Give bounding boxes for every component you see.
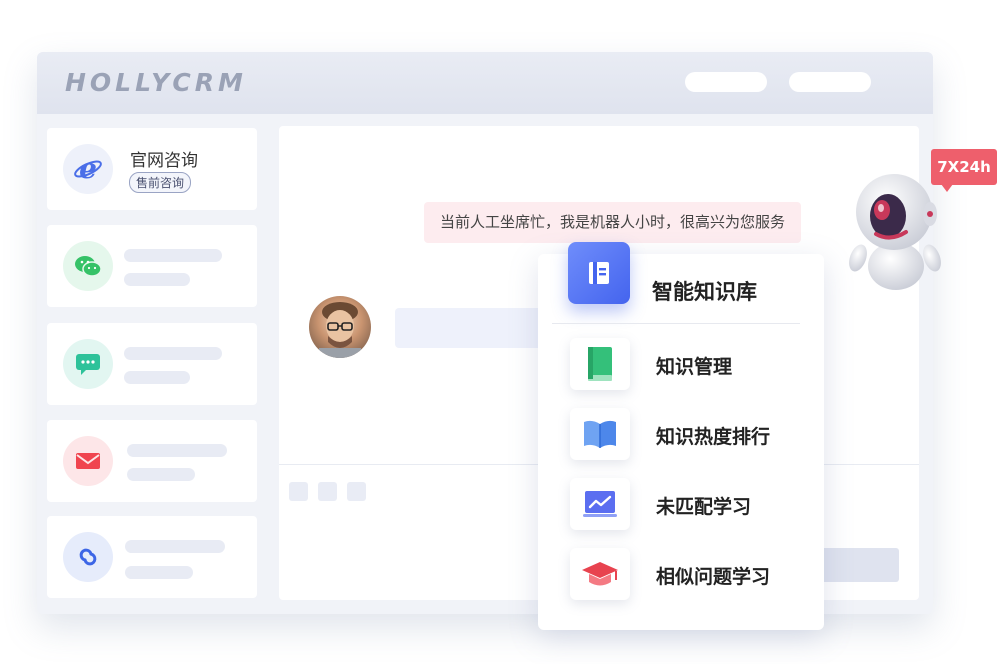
placeholder-line [124,371,190,384]
menu-item-label: 相似问题学习 [656,566,771,588]
toolbar-button-1[interactable] [289,482,308,501]
menu-item-knowledge-ranking[interactable]: 知识热度排行 [568,408,808,470]
wechat-icon [63,241,113,291]
placeholder-line [127,444,227,457]
promo-stage: HOLLYCRM e 官网咨询 售前咨询 当前人工坐席忙，我是机器人小时，很高兴… [0,0,1008,664]
menu-item-similar-question-learning[interactable]: 相似问题学习 [568,548,808,610]
chat-bubble-icon [63,339,113,389]
channel-card-link[interactable] [47,516,257,598]
placeholder-line [125,540,225,553]
menu-item-label: 未匹配学习 [656,496,752,518]
channel-title: 官网咨询 [130,151,198,171]
ie-browser-icon: e [63,144,113,194]
toolbar-button-2[interactable] [318,482,337,501]
title-bar: HOLLYCRM [37,52,933,114]
menu-item-unmatched-learning[interactable]: 未匹配学习 [568,478,808,540]
robot-notice-message: 当前人工坐席忙，我是机器人小时，很高兴为您服务 [424,202,802,243]
menu-divider [552,323,800,324]
toolbar-button-3[interactable] [347,482,366,501]
menu-item-knowledge-management[interactable]: 知识管理 [568,338,808,400]
app-logo: HOLLYCRM [65,68,247,97]
channel-card-website[interactable]: e 官网咨询 售前咨询 [47,128,257,210]
channel-card-chat[interactable] [47,323,257,405]
placeholder-line [125,566,193,579]
placeholder-line [124,273,190,286]
header-pill-button-1[interactable] [685,72,767,92]
green-book-icon [570,338,630,390]
trend-chart-icon [570,478,630,530]
knowledge-base-icon [568,242,630,304]
placeholder-line [124,347,222,360]
mail-icon [63,436,113,486]
channel-card-wechat[interactable] [47,225,257,307]
robot-mascot [849,174,941,290]
svg-text:e: e [79,154,97,184]
knowledge-base-menu: 智能知识库 知识管理 知识热度排行 未匹配学习 相似问题学习 [538,242,824,630]
knowledge-base-title: 智能知识库 [652,280,757,304]
header-pill-button-2[interactable] [789,72,871,92]
graduation-cap-icon [570,548,630,600]
open-book-icon [570,408,630,460]
menu-item-label: 知识热度排行 [656,426,771,448]
channel-card-mail[interactable] [47,420,257,502]
menu-item-label: 知识管理 [656,356,733,378]
agent-avatar [309,296,371,358]
link-icon [63,532,113,582]
placeholder-line [124,249,222,262]
placeholder-line [127,468,195,481]
presale-tag: 售前咨询 [129,172,192,193]
